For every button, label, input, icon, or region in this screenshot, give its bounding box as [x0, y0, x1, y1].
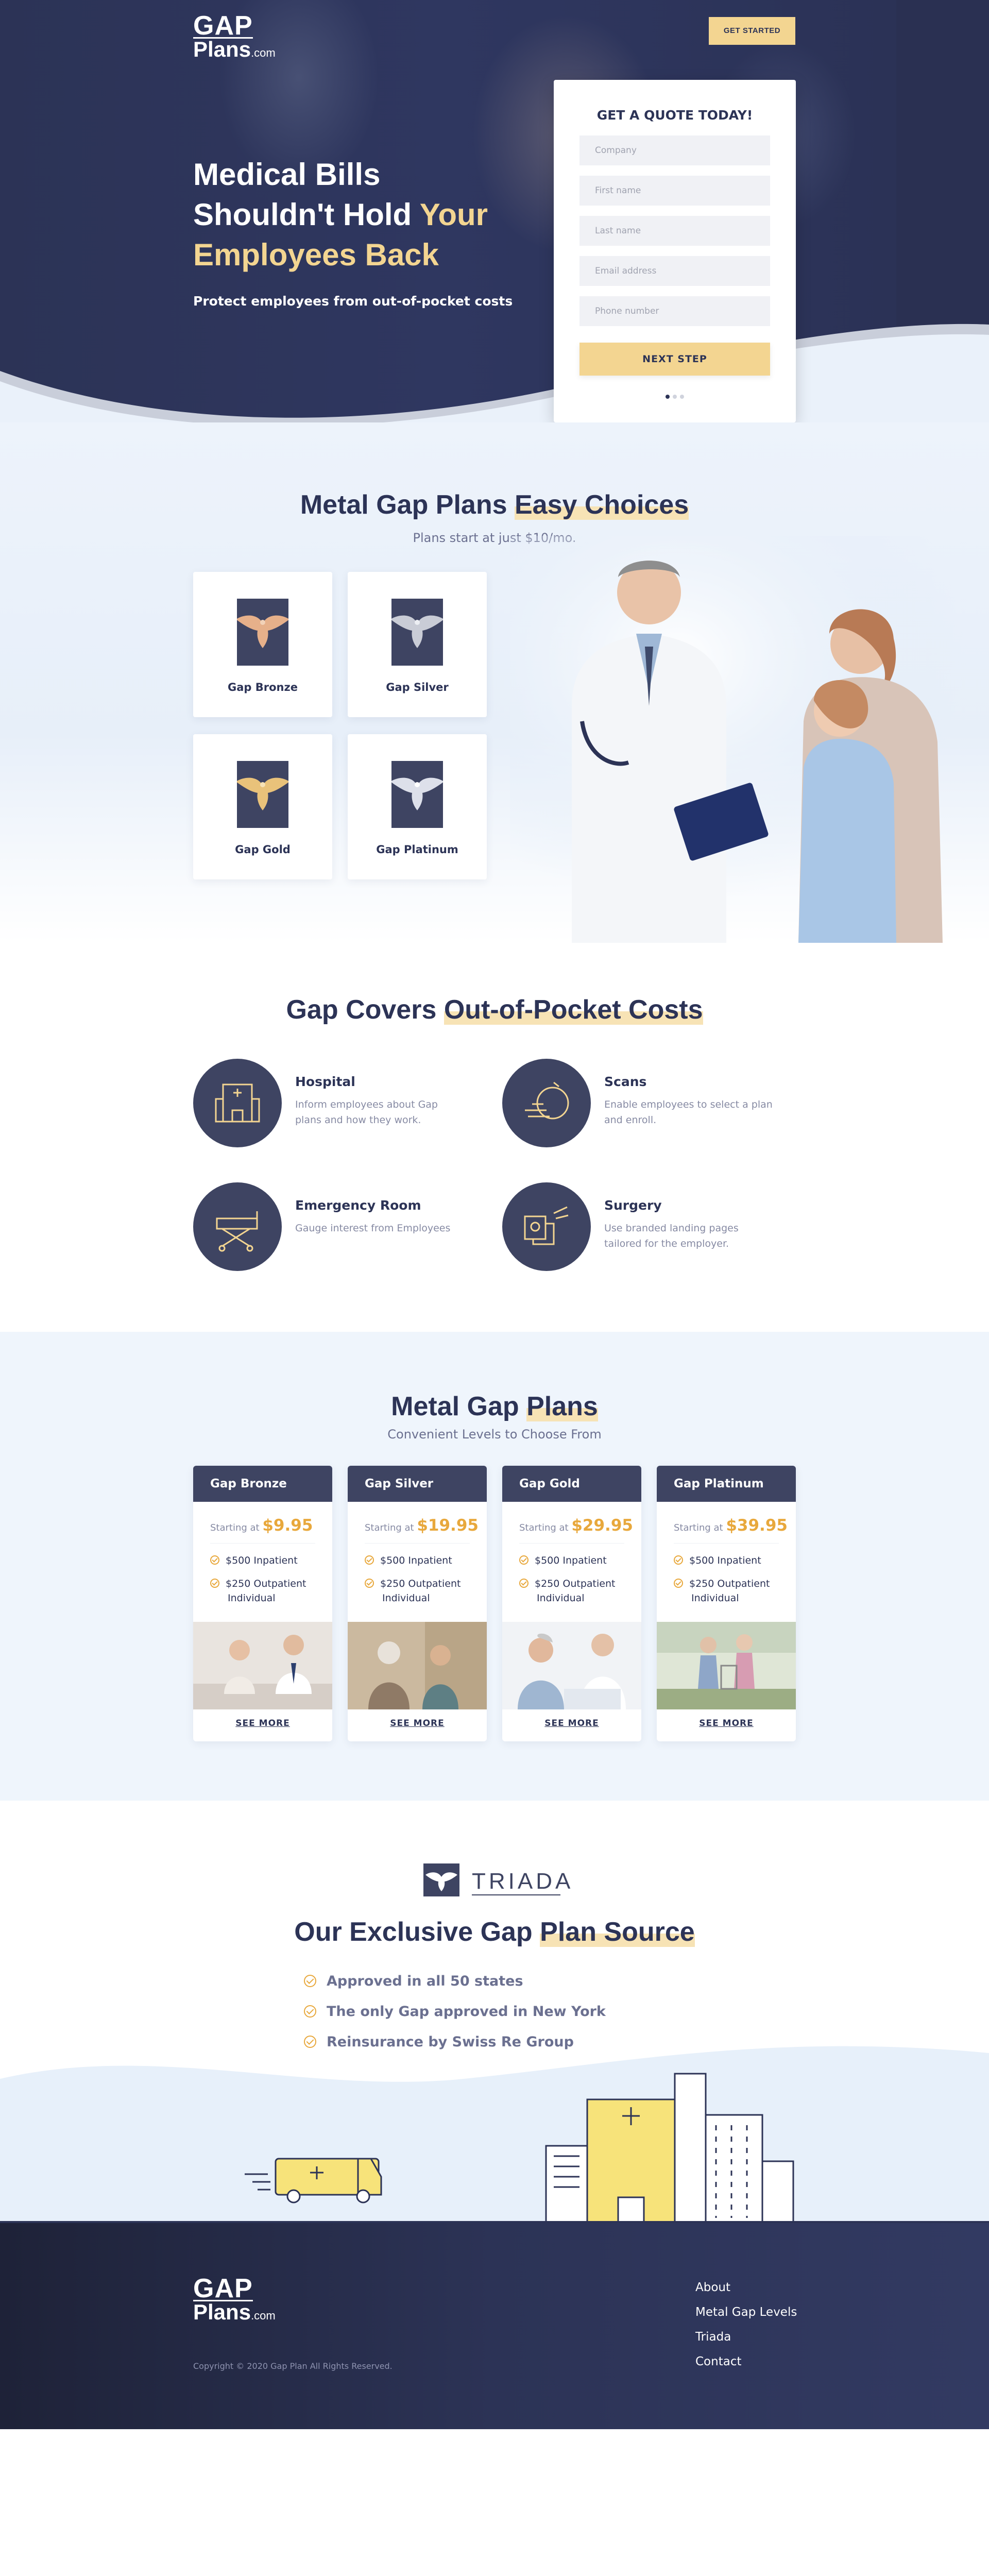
- easy-choices-title: Metal Gap Plans Easy Choices: [300, 490, 689, 520]
- doctor-with-family-image: [510, 536, 989, 943]
- plan-price: Starting at $9.95: [210, 1516, 313, 1535]
- check-icon: [210, 1579, 219, 1588]
- tile-gap-bronze[interactable]: Gap Bronze: [193, 572, 332, 717]
- plan-card-title: Gap Silver: [348, 1466, 487, 1502]
- scan-icon: [502, 1059, 591, 1147]
- check-icon: [674, 1555, 683, 1565]
- tile-gap-gold[interactable]: Gap Gold: [193, 734, 332, 879]
- site-logo[interactable]: GAP Plans.com: [193, 12, 276, 60]
- company-field[interactable]: [579, 135, 770, 165]
- form-step-indicator: [554, 391, 796, 401]
- phone-field[interactable]: [579, 296, 770, 326]
- footer-link-metal-gap-levels[interactable]: Metal Gap Levels: [695, 2306, 797, 2319]
- plan-photo-consultation: [193, 1622, 332, 1709]
- gold-eagle-icon: [236, 761, 289, 828]
- see-more-link[interactable]: SEE MORE: [348, 1718, 487, 1728]
- see-more-link[interactable]: SEE MORE: [502, 1718, 641, 1728]
- plan-source-title: Our Exclusive Gap Plan Source: [294, 1917, 695, 1947]
- hospital-city-illustration: [0, 2046, 989, 2223]
- triada-eagle-icon: [423, 1863, 459, 1896]
- email-field[interactable]: [579, 256, 770, 286]
- coverage-title: Gap Covers Out-of-Pocket Costs: [286, 995, 703, 1025]
- coverage-item-hospital: Hospital Inform employees about Gap plan…: [193, 1059, 502, 1149]
- first-name-field[interactable]: [579, 176, 770, 206]
- plan-card-gold: Gap Gold Starting at $29.95 $500 Inpatie…: [502, 1466, 641, 1741]
- get-started-button[interactable]: GET STARTED: [709, 17, 795, 45]
- check-icon: [674, 1579, 683, 1588]
- see-more-link[interactable]: SEE MORE: [193, 1718, 332, 1728]
- plan-card-bronze: Gap Bronze Starting at $9.95 $500 Inpati…: [193, 1466, 332, 1741]
- platinum-eagle-icon: [390, 761, 444, 828]
- list-item: Approved in all 50 states: [304, 1973, 606, 1989]
- plan-photo-checkup: [502, 1622, 641, 1709]
- plan-feature: $500 Inpatient: [365, 1553, 452, 1568]
- plans-section: Metal Gap Plans Convenient Levels to Cho…: [0, 1332, 989, 1801]
- step-dot: [680, 395, 684, 399]
- hero-subtitle: Protect employees from out-of-pocket cos…: [193, 294, 513, 309]
- plan-source-section: TRIADA Our Exclusive Gap Plan Source App…: [0, 1801, 989, 2223]
- hero-section: GAP Plans.com GET STARTED Medical Bills …: [0, 0, 989, 453]
- plan-feature: $500 Inpatient: [519, 1553, 607, 1568]
- tile-gap-platinum[interactable]: Gap Platinum: [348, 734, 487, 879]
- plan-card-silver: Gap Silver Starting at $19.95 $500 Inpat…: [348, 1466, 487, 1741]
- plan-feature: $500 Inpatient: [210, 1553, 298, 1568]
- check-icon: [519, 1555, 528, 1565]
- hero-title: Medical Bills Shouldn't Hold Your Employ…: [193, 157, 488, 272]
- easy-choices-section: Metal Gap Plans Easy Choices Plans start…: [0, 422, 989, 943]
- stretcher-icon: [193, 1182, 282, 1271]
- bronze-eagle-icon: [236, 599, 289, 666]
- plan-price: Starting at $39.95: [674, 1516, 788, 1535]
- footer-nav: About Metal Gap Levels Triada Contact: [695, 2281, 797, 2380]
- check-icon: [365, 1579, 374, 1588]
- coverage-item-surgery: Surgery Use branded landing pages tailor…: [502, 1182, 811, 1273]
- next-step-button[interactable]: NEXT STEP: [579, 343, 770, 376]
- list-item: The only Gap approved in New York: [304, 2004, 606, 2020]
- check-icon: [304, 1975, 316, 1987]
- plan-feature: $500 Inpatient: [674, 1553, 761, 1568]
- plan-card-title: Gap Gold: [502, 1466, 641, 1502]
- plans-title: Metal Gap Plans: [391, 1392, 598, 1421]
- footer-logo[interactable]: GAP Plans.com: [193, 2275, 276, 2323]
- surgery-icon: [502, 1182, 591, 1271]
- check-icon: [304, 2005, 316, 2018]
- plan-card-title: Gap Platinum: [657, 1466, 796, 1502]
- copyright-text: Copyright © 2020 Gap Plan All Rights Res…: [193, 2361, 393, 2371]
- footer-link-triada[interactable]: Triada: [695, 2330, 797, 2344]
- see-more-link[interactable]: SEE MORE: [657, 1718, 796, 1728]
- plan-price: Starting at $29.95: [519, 1516, 633, 1535]
- coverage-item-scans: Scans Enable employees to select a plan …: [502, 1059, 811, 1149]
- step-dot: [673, 395, 677, 399]
- plan-feature: $250 Outpatient Individual: [674, 1577, 770, 1605]
- hospital-icon: [193, 1059, 282, 1147]
- plan-feature: $250 Outpatient Individual: [365, 1577, 461, 1605]
- plan-card-title: Gap Bronze: [193, 1466, 332, 1502]
- site-footer: GAP Plans.com Copyright © 2020 Gap Plan …: [0, 2223, 989, 2429]
- footer-link-about[interactable]: About: [695, 2281, 797, 2294]
- step-dot-active: [666, 395, 670, 399]
- plan-price: Starting at $19.95: [365, 1516, 479, 1535]
- plan-photo-walker: [657, 1622, 796, 1709]
- quote-form: GET A QUOTE TODAY! NEXT STEP: [554, 80, 796, 422]
- check-icon: [210, 1555, 219, 1565]
- last-name-field[interactable]: [579, 216, 770, 246]
- check-icon: [365, 1555, 374, 1565]
- check-icon: [519, 1579, 528, 1588]
- quote-form-title: GET A QUOTE TODAY!: [596, 108, 753, 123]
- footer-link-contact[interactable]: Contact: [695, 2355, 797, 2368]
- plan-photo-caregiver: [348, 1622, 487, 1709]
- plan-feature: $250 Outpatient Individual: [210, 1577, 306, 1605]
- coverage-item-emergency-room: Emergency Room Gauge interest from Emplo…: [193, 1182, 502, 1273]
- triada-logo: TRIADA: [423, 1863, 578, 1900]
- plan-feature: $250 Outpatient Individual: [519, 1577, 615, 1605]
- tile-gap-silver[interactable]: Gap Silver: [348, 572, 487, 717]
- silver-eagle-icon: [390, 599, 444, 666]
- coverage-section: Gap Covers Out-of-Pocket Costs Hospital …: [0, 943, 989, 1332]
- plans-subtitle: Convenient Levels to Choose From: [387, 1427, 602, 1442]
- plan-card-platinum: Gap Platinum Starting at $39.95 $500 Inp…: [657, 1466, 796, 1741]
